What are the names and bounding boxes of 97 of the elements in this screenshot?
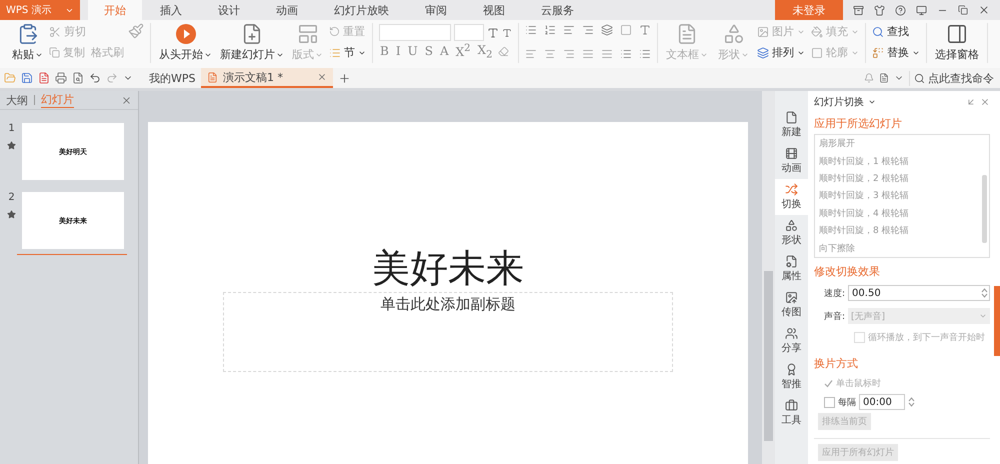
close-icon[interactable] [121, 94, 132, 106]
checkbox[interactable] [824, 396, 835, 408]
star-icon[interactable] [7, 141, 16, 150]
field-label: 声音: [824, 310, 846, 322]
scrollbar-thumb[interactable] [764, 271, 773, 441]
print-icon[interactable] [55, 72, 67, 84]
document-icon[interactable] [207, 72, 218, 82]
close-tab-icon[interactable] [317, 72, 327, 82]
tool-icon [785, 363, 798, 376]
box-icon[interactable] [853, 4, 864, 16]
side-tool[interactable]: 动画 [775, 143, 808, 179]
section-heading: 修改切换效果 [814, 264, 881, 279]
checkbox-label: 循环播放，到下一声音开始时 [868, 332, 985, 344]
pane-title[interactable]: 幻灯片切换 [814, 95, 864, 109]
panel-tab[interactable]: 大纲 [6, 92, 28, 108]
ribbon-button[interactable]: 从头开始 [157, 23, 214, 63]
restore-icon[interactable] [958, 5, 968, 15]
ribbon-button[interactable]: 查找 [872, 24, 920, 39]
ribbon-button[interactable]: 选择窗格 [933, 23, 981, 63]
ribbon-button[interactable]: 排列 [757, 45, 805, 60]
ribbon-button[interactable]: 节 [329, 45, 366, 60]
redo-icon[interactable] [106, 72, 118, 84]
ribbon-button[interactable]: 新建幻灯片 [218, 23, 286, 63]
font-size-field[interactable] [454, 24, 484, 41]
search-icon[interactable] [914, 72, 925, 84]
align-left-icon[interactable] [525, 48, 537, 60]
undo-icon[interactable] [89, 72, 101, 84]
document-tab[interactable]: 我的WPS [138, 68, 196, 88]
menu-tab[interactable]: 动画 [258, 0, 316, 20]
dock-icon[interactable] [966, 97, 976, 107]
tool-icon [785, 147, 798, 160]
preview-icon[interactable] [72, 72, 84, 84]
section-heading: 应用于所选幻灯片 [814, 116, 903, 131]
ribbon-button[interactable]: 粘贴 [10, 23, 45, 63]
help-icon[interactable] [895, 4, 906, 16]
arrange-icon[interactable] [757, 46, 769, 58]
close-icon[interactable] [980, 97, 990, 107]
menu-tab[interactable]: 审阅 [407, 0, 465, 20]
section-heading: 换片方式 [814, 356, 859, 371]
side-tool[interactable]: 属性 [775, 251, 808, 287]
tool-icon [785, 255, 798, 268]
field-label: 速度: [824, 288, 846, 300]
new-slide-icon[interactable] [241, 23, 263, 45]
slide-number: 1 [8, 123, 15, 134]
tool-icon [785, 291, 798, 304]
document-tab[interactable]: 演示文稿1 * [201, 68, 333, 88]
menu-tab[interactable]: 插入 [142, 0, 200, 20]
play-icon [174, 23, 196, 45]
align-center-icon[interactable] [544, 48, 556, 60]
clear-format-icon[interactable] [498, 46, 510, 57]
tool-icon [785, 111, 798, 124]
command-search-label[interactable]: 点此查找命令 [928, 70, 994, 86]
side-tool[interactable]: 智推 [775, 359, 808, 395]
side-tool[interactable]: 传图 [775, 287, 808, 323]
spinner-icon [981, 287, 988, 299]
justify-icon[interactable] [582, 48, 594, 60]
doc-icon[interactable] [879, 73, 889, 83]
side-tool[interactable]: 工具 [775, 395, 808, 431]
selection-pane-icon[interactable] [946, 23, 968, 45]
folder-icon[interactable] [4, 72, 16, 84]
replace-icon[interactable] [872, 46, 884, 58]
search-icon[interactable] [872, 26, 884, 38]
ribbon-button[interactable]: 替换 [872, 45, 920, 60]
close-icon[interactable] [978, 4, 990, 16]
tool-icon [785, 183, 798, 196]
interval-field[interactable]: 00:00 [859, 394, 905, 410]
slide-title[interactable]: 美好未来 [372, 246, 524, 290]
subtitle-placeholder[interactable]: 单击此处添加副标题 [223, 292, 673, 372]
screen-icon[interactable] [916, 4, 927, 16]
side-tool[interactable]: 分享 [775, 323, 808, 359]
speed-field[interactable]: 00.50 [848, 285, 990, 301]
shirt-icon[interactable] [874, 4, 885, 16]
menu-tab[interactable]: 云服务 [523, 0, 592, 20]
caret-icon [979, 312, 987, 320]
menu-tab[interactable]: 视图 [465, 0, 523, 20]
side-tool[interactable]: 形状 [775, 215, 808, 251]
tool-icon [785, 219, 798, 232]
side-tool[interactable]: 切换 [775, 179, 808, 215]
slide-number: 2 [8, 192, 15, 203]
scrollbar-thumb[interactable] [982, 175, 987, 243]
numbering-icon[interactable] [544, 24, 556, 36]
menu-tab[interactable]: 设计 [200, 0, 258, 20]
font-name-field[interactable] [379, 24, 451, 41]
caret-icon [868, 98, 876, 106]
align-right-icon[interactable] [563, 48, 575, 60]
checkbox-label: 单击鼠标时 [836, 378, 881, 390]
checkbox-label: 每隔 [838, 396, 856, 408]
save-icon[interactable] [21, 72, 33, 84]
tool-icon [785, 399, 798, 412]
spinner-icon[interactable] [908, 396, 915, 408]
new-tab-icon[interactable] [338, 72, 351, 84]
tool-icon [785, 327, 798, 340]
side-tool[interactable]: 新建 [775, 107, 808, 143]
star-icon[interactable] [7, 210, 16, 219]
paintbrush-icon[interactable] [128, 23, 144, 39]
bell-icon[interactable] [864, 73, 874, 83]
menu-tab[interactable]: 幻灯片放映 [316, 0, 407, 20]
